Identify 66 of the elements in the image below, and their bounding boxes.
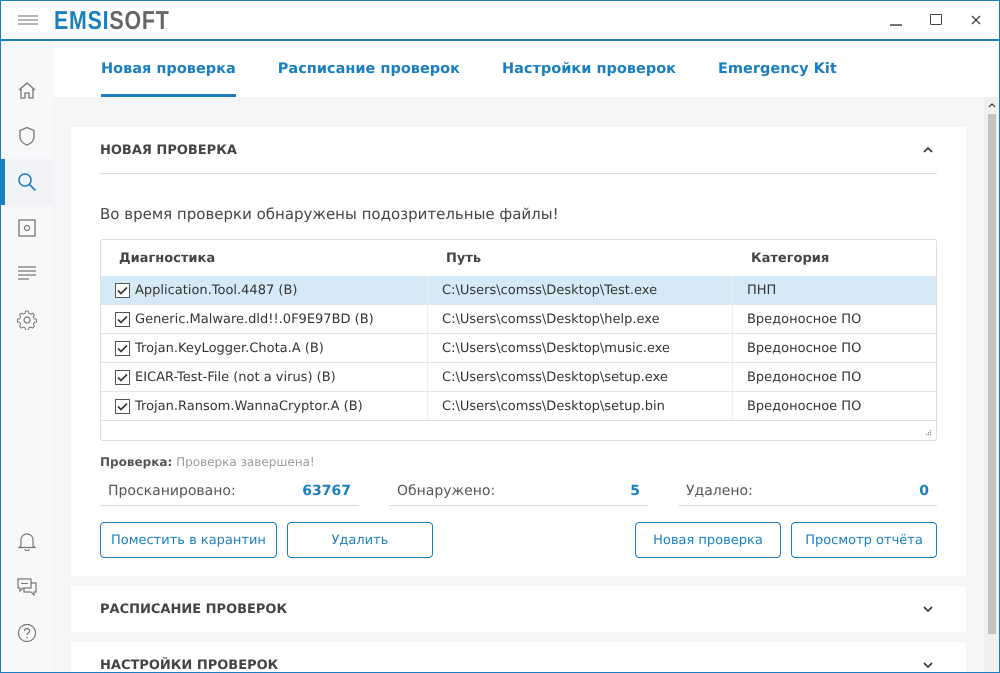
table-cell: C:\Users\comss\Desktop\setup.exe: [428, 363, 733, 391]
chevron-icon[interactable]: [923, 606, 933, 612]
action-button[interactable]: Удалить: [286, 522, 433, 558]
checkbox[interactable]: [115, 370, 130, 384]
table-row[interactable]: Application.Tool.4487 (B) C:\Users\comss\Desktop\Test.exe ПНП: [101, 276, 936, 305]
table-cell: C:\Users\comss\Desktop\Test.exe: [428, 276, 733, 304]
checkbox[interactable]: [115, 398, 130, 414]
stat-label: Обнаружено:: [397, 483, 496, 499]
column-header[interactable]: Диагностика: [101, 240, 428, 276]
tab[interactable]: Emergency Kit: [718, 41, 837, 97]
stat-label: Просканировано:: [108, 483, 236, 499]
search-icon: [17, 172, 37, 192]
logs-icon: [17, 266, 37, 282]
shield-icon: [17, 126, 37, 146]
section-title: НОВАЯ ПРОВЕРКА: [100, 142, 237, 158]
tab[interactable]: Настройки проверок: [502, 41, 676, 97]
table-row[interactable]: EICAR-Test-File (not a virus) (B) C:\Users\comss\Desktop\setup.exe Вредоносное ПО: [101, 363, 936, 392]
scroll-up-icon[interactable]: [988, 103, 996, 108]
column-header[interactable]: Категория: [733, 240, 936, 276]
table-cell: Application.Tool.4487 (B): [135, 282, 298, 298]
table-cell-text: ПНП: [746, 282, 778, 300]
stat-value: 5: [630, 483, 640, 499]
resize-grip-icon[interactable]: [925, 429, 932, 436]
checkbox[interactable]: [115, 312, 130, 326]
box-icon: [17, 218, 37, 238]
chat-icon[interactable]: [17, 578, 37, 596]
table-cell: Generic.Malware.dld!!.0F9E97BD (B): [135, 312, 374, 326]
settings-icon: [17, 310, 37, 330]
scan-message: Во время проверки обнаружены подозрительные файлы!: [100, 205, 560, 223]
scrollbar-thumb[interactable]: [988, 114, 996, 634]
status-label: Проверка:: [100, 455, 172, 469]
table-row[interactable]: Generic.Malware.dld!!.0F9E97BD (B) C:\Users\comss\Desktop\help.exe Вредоносное ПО: [101, 305, 936, 334]
action-button[interactable]: Просмотр отчёта: [791, 522, 937, 558]
table-row[interactable]: Trojan.Ransom.WannaCryptor.A (B) C:\Users\comss\Desktop\setup.bin Вредоносное ПО: [101, 392, 936, 421]
stat-label: Удалено:: [686, 483, 753, 499]
menu-icon[interactable]: [18, 15, 38, 25]
maximize-icon[interactable]: [929, 13, 943, 27]
chevron-icon[interactable]: [923, 662, 933, 668]
action-button[interactable]: Новая проверка: [635, 522, 781, 558]
table-cell-text: Вредоносное ПО: [746, 340, 862, 358]
close-icon[interactable]: [969, 13, 983, 27]
help-icon[interactable]: [17, 623, 37, 643]
bell-icon[interactable]: [18, 531, 36, 551]
table-cell-text: Вредоносное ПО: [746, 310, 862, 328]
table-row[interactable]: Trojan.KeyLogger.Chota.A (B) C:\Users\comss\Desktop\music.exe Вредоносное ПО: [101, 334, 936, 363]
tab[interactable]: Расписание проверок: [278, 41, 460, 97]
table-cell: C:\Users\comss\Desktop\help.exe: [428, 305, 733, 333]
section-title: РАСПИСАНИЕ ПРОВЕРОК: [100, 602, 288, 616]
table-cell: C:\Users\comss\Desktop\setup.bin: [428, 392, 733, 420]
checkbox[interactable]: [115, 282, 130, 298]
chevron-icon[interactable]: [923, 147, 933, 153]
checkbox[interactable]: [115, 340, 130, 356]
app-logo: EMSISOFT: [54, 4, 170, 36]
table-cell: EICAR-Test-File (not a virus) (B): [135, 370, 336, 384]
status-text: Проверка завершена!: [176, 455, 315, 469]
stat-value: 0: [919, 483, 929, 499]
home-icon: [17, 80, 37, 100]
table-cell-text: Вредоносное ПО: [746, 398, 862, 416]
section-title: НАСТРОЙКИ ПРОВЕРОК: [100, 658, 278, 672]
action-button[interactable]: Поместить в карантин: [100, 522, 277, 558]
table-cell: C:\Users\comss\Desktop\music.exe: [428, 334, 733, 362]
column-header[interactable]: Путь: [428, 240, 733, 276]
table-cell: Trojan.KeyLogger.Chota.A (B): [135, 340, 324, 356]
table-cell-text: Вредоносное ПО: [746, 368, 862, 386]
stat-value: 63767: [302, 483, 351, 499]
table-cell: Trojan.Ransom.WannaCryptor.A (B): [135, 398, 363, 414]
